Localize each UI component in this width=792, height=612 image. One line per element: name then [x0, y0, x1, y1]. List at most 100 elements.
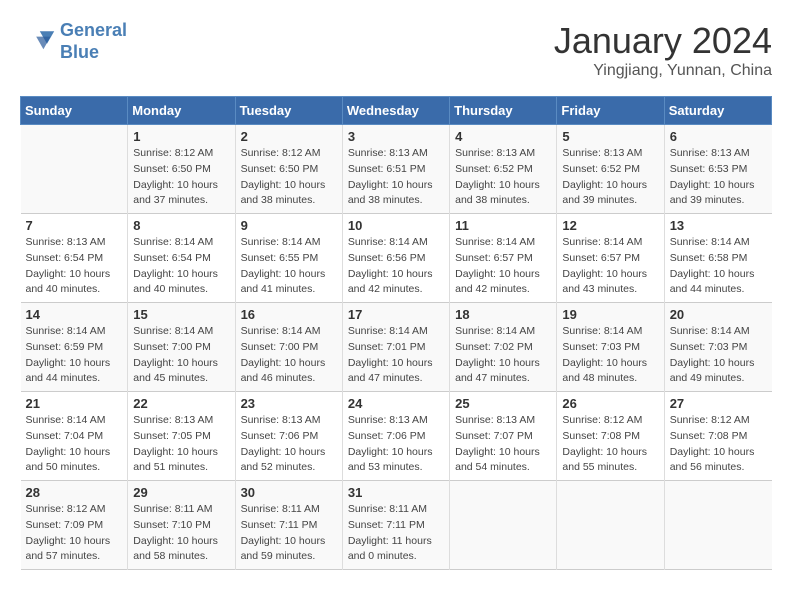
day-number: 12 — [562, 218, 658, 233]
day-info: Sunrise: 8:14 AM Sunset: 6:57 PM Dayligh… — [562, 235, 658, 298]
day-info: Sunrise: 8:11 AM Sunset: 7:11 PM Dayligh… — [241, 502, 337, 565]
calendar-cell: 16 Sunrise: 8:14 AM Sunset: 7:00 PM Dayli… — [235, 303, 342, 392]
calendar-cell: 4 Sunrise: 8:13 AM Sunset: 6:52 PM Daylig… — [450, 125, 557, 214]
day-number: 4 — [455, 129, 551, 144]
calendar-cell: 25Sunrise: 8:13 AM Sunset: 7:07 PM Dayli… — [450, 392, 557, 481]
calendar-cell: 18 Sunrise: 8:14 AM Sunset: 7:02 PM Dayli… — [450, 303, 557, 392]
calendar-cell — [664, 481, 771, 570]
day-number: 11 — [455, 218, 551, 233]
week-row-5: 28 Sunrise: 8:12 AM Sunset: 7:09 PM Dayli… — [21, 481, 772, 570]
week-row-4: 21 Sunrise: 8:14 AM Sunset: 7:04 PM Dayli… — [21, 392, 772, 481]
calendar-cell: 31 Sunrise: 8:11 AM Sunset: 7:11 PM Dayli… — [342, 481, 449, 570]
day-number: 30 — [241, 485, 337, 500]
day-info: Sunrise: 8:12 AM Sunset: 6:50 PM Dayligh… — [133, 146, 229, 209]
day-info: Sunrise: 8:14 AM Sunset: 7:00 PM Dayligh… — [133, 324, 229, 387]
day-info: Sunrise: 8:13 AM Sunset: 6:52 PM Dayligh… — [562, 146, 658, 209]
day-info: Sunrise: 8:12 AM Sunset: 7:08 PM Dayligh… — [670, 413, 767, 476]
day-number: 1 — [133, 129, 229, 144]
calendar-cell: 29 Sunrise: 8:11 AM Sunset: 7:10 PM Dayli… — [128, 481, 235, 570]
day-number: 16 — [241, 307, 337, 322]
calendar-cell — [450, 481, 557, 570]
day-number: 20 — [670, 307, 767, 322]
calendar-cell: 9Sunrise: 8:14 AM Sunset: 6:55 PM Daylig… — [235, 214, 342, 303]
day-info: Sunrise: 8:14 AM Sunset: 7:03 PM Dayligh… — [670, 324, 767, 387]
calendar-cell: 10 Sunrise: 8:14 AM Sunset: 6:56 PM Dayli… — [342, 214, 449, 303]
title-block: January 2024 Yingjiang, Yunnan, China — [554, 20, 772, 80]
day-number: 31 — [348, 485, 444, 500]
day-number: 21 — [26, 396, 123, 411]
calendar-cell: 27 Sunrise: 8:12 AM Sunset: 7:08 PM Dayli… — [664, 392, 771, 481]
header-thursday: Thursday — [450, 97, 557, 125]
calendar-cell: 12 Sunrise: 8:14 AM Sunset: 6:57 PM Dayli… — [557, 214, 664, 303]
day-info: Sunrise: 8:12 AM Sunset: 7:09 PM Dayligh… — [26, 502, 123, 565]
day-info: Sunrise: 8:13 AM Sunset: 7:06 PM Dayligh… — [348, 413, 444, 476]
calendar-cell: 24 Sunrise: 8:13 AM Sunset: 7:06 PM Dayli… — [342, 392, 449, 481]
day-number: 9 — [241, 218, 337, 233]
logo-line2: Blue — [60, 42, 99, 62]
day-info: Sunrise: 8:13 AM Sunset: 6:52 PM Dayligh… — [455, 146, 551, 209]
day-info: Sunrise: 8:14 AM Sunset: 7:00 PM Dayligh… — [241, 324, 337, 387]
calendar-cell: 26Sunrise: 8:12 AM Sunset: 7:08 PM Dayli… — [557, 392, 664, 481]
calendar-cell: 2Sunrise: 8:12 AM Sunset: 6:50 PM Daylig… — [235, 125, 342, 214]
day-number: 2 — [241, 129, 337, 144]
day-info: Sunrise: 8:14 AM Sunset: 7:03 PM Dayligh… — [562, 324, 658, 387]
calendar-cell — [21, 125, 128, 214]
calendar-cell: 20 Sunrise: 8:14 AM Sunset: 7:03 PM Dayli… — [664, 303, 771, 392]
header-sunday: Sunday — [21, 97, 128, 125]
day-info: Sunrise: 8:13 AM Sunset: 7:05 PM Dayligh… — [133, 413, 229, 476]
header-friday: Friday — [557, 97, 664, 125]
location-subtitle: Yingjiang, Yunnan, China — [554, 62, 772, 80]
day-info: Sunrise: 8:13 AM Sunset: 6:53 PM Dayligh… — [670, 146, 767, 209]
day-number: 18 — [455, 307, 551, 322]
day-number: 17 — [348, 307, 444, 322]
day-info: Sunrise: 8:11 AM Sunset: 7:10 PM Dayligh… — [133, 502, 229, 565]
day-number: 3 — [348, 129, 444, 144]
calendar-cell: 21 Sunrise: 8:14 AM Sunset: 7:04 PM Dayli… — [21, 392, 128, 481]
day-info: Sunrise: 8:14 AM Sunset: 7:02 PM Dayligh… — [455, 324, 551, 387]
calendar-cell: 8 Sunrise: 8:14 AM Sunset: 6:54 PM Daylig… — [128, 214, 235, 303]
day-number: 29 — [133, 485, 229, 500]
calendar-cell — [557, 481, 664, 570]
day-number: 24 — [348, 396, 444, 411]
day-info: Sunrise: 8:13 AM Sunset: 6:54 PM Dayligh… — [26, 235, 123, 298]
day-info: Sunrise: 8:14 AM Sunset: 6:58 PM Dayligh… — [670, 235, 767, 298]
logo-text: General Blue — [60, 20, 127, 63]
day-info: Sunrise: 8:13 AM Sunset: 7:07 PM Dayligh… — [455, 413, 551, 476]
day-info: Sunrise: 8:13 AM Sunset: 6:51 PM Dayligh… — [348, 146, 444, 209]
logo: General Blue — [20, 20, 127, 63]
day-number: 22 — [133, 396, 229, 411]
month-title: January 2024 — [554, 20, 772, 62]
day-number: 13 — [670, 218, 767, 233]
calendar-cell: 5Sunrise: 8:13 AM Sunset: 6:52 PM Daylig… — [557, 125, 664, 214]
calendar-cell: 30 Sunrise: 8:11 AM Sunset: 7:11 PM Dayli… — [235, 481, 342, 570]
calendar-table: SundayMondayTuesdayWednesdayThursdayFrid… — [20, 96, 772, 570]
day-number: 27 — [670, 396, 767, 411]
day-number: 6 — [670, 129, 767, 144]
day-number: 8 — [133, 218, 229, 233]
day-number: 15 — [133, 307, 229, 322]
day-info: Sunrise: 8:14 AM Sunset: 7:04 PM Dayligh… — [26, 413, 123, 476]
day-info: Sunrise: 8:13 AM Sunset: 7:06 PM Dayligh… — [241, 413, 337, 476]
day-number: 26 — [562, 396, 658, 411]
day-info: Sunrise: 8:14 AM Sunset: 7:01 PM Dayligh… — [348, 324, 444, 387]
calendar-cell: 19Sunrise: 8:14 AM Sunset: 7:03 PM Dayli… — [557, 303, 664, 392]
calendar-header-row: SundayMondayTuesdayWednesdayThursdayFrid… — [21, 97, 772, 125]
day-info: Sunrise: 8:14 AM Sunset: 6:57 PM Dayligh… — [455, 235, 551, 298]
logo-line1: General — [60, 20, 127, 40]
week-row-2: 7 Sunrise: 8:13 AM Sunset: 6:54 PM Daylig… — [21, 214, 772, 303]
day-number: 7 — [26, 218, 123, 233]
calendar-cell: 13 Sunrise: 8:14 AM Sunset: 6:58 PM Dayli… — [664, 214, 771, 303]
week-row-1: 1 Sunrise: 8:12 AM Sunset: 6:50 PM Daylig… — [21, 125, 772, 214]
calendar-cell: 1 Sunrise: 8:12 AM Sunset: 6:50 PM Daylig… — [128, 125, 235, 214]
day-info: Sunrise: 8:11 AM Sunset: 7:11 PM Dayligh… — [348, 502, 444, 565]
day-number: 14 — [26, 307, 123, 322]
calendar-cell: 14Sunrise: 8:14 AM Sunset: 6:59 PM Dayli… — [21, 303, 128, 392]
day-number: 10 — [348, 218, 444, 233]
header-saturday: Saturday — [664, 97, 771, 125]
day-info: Sunrise: 8:14 AM Sunset: 6:54 PM Dayligh… — [133, 235, 229, 298]
header-tuesday: Tuesday — [235, 97, 342, 125]
day-info: Sunrise: 8:14 AM Sunset: 6:56 PM Dayligh… — [348, 235, 444, 298]
day-number: 28 — [26, 485, 123, 500]
day-number: 23 — [241, 396, 337, 411]
calendar-cell: 17 Sunrise: 8:14 AM Sunset: 7:01 PM Dayli… — [342, 303, 449, 392]
